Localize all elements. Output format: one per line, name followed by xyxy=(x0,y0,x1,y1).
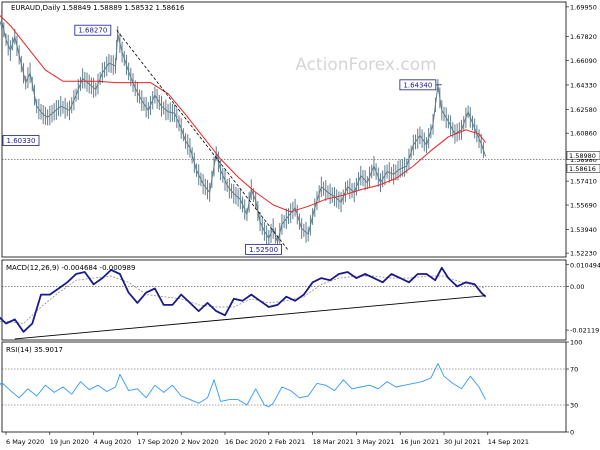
chart-title: EURAUD,Daily xyxy=(11,4,60,12)
x-tick-label: 16 Jun 2021 xyxy=(400,438,439,446)
header-values: 1.58849 1.58889 1.58532 1.58616 xyxy=(62,4,185,12)
price-ytick-label: 1.60860 xyxy=(570,130,597,138)
price-ytick-label: 1.64330 xyxy=(570,81,597,89)
price-annotation-label: 1.52500 xyxy=(249,246,278,254)
rsi-ytick-label: 30 xyxy=(570,402,578,410)
price-tag-label: 1.58980 xyxy=(569,152,596,160)
price-ytick-label: 1.67820 xyxy=(570,33,597,41)
x-tick-label: 4 Aug 2020 xyxy=(94,438,132,446)
grid-lines xyxy=(2,159,566,406)
price-diagonal-trend xyxy=(116,29,288,250)
price-ytick-label: 1.52230 xyxy=(570,250,597,258)
macd-trendline xyxy=(14,295,486,340)
rsi-ytick-label: 70 xyxy=(570,366,578,374)
price-ytick-label: 1.66090 xyxy=(570,57,597,65)
rsi-ytick-label: 0 xyxy=(570,429,574,437)
macd-label: MACD(12,26,9) -0.004684 -0.000989 xyxy=(6,264,135,272)
x-tick-label: 18 Mar 2021 xyxy=(313,438,354,446)
x-tick-label: 2 Feb 2021 xyxy=(269,438,305,446)
price-annotation-label: 1.64340 xyxy=(403,81,432,89)
x-tick-label: 16 Dec 2020 xyxy=(225,438,267,446)
price-ytick-label: 1.69950 xyxy=(570,3,597,11)
forex-chart: ActionForex.com 1.69950 1.67820 1.66090 1.6… xyxy=(0,1,600,446)
price-tag-label: 1.58616 xyxy=(569,165,596,173)
x-tick-label: 6 May 2020 xyxy=(6,438,44,446)
rsi-label: RSI(14) 35.9017 xyxy=(6,346,63,354)
sma-line xyxy=(0,14,486,213)
x-tick-label: 2 Nov 2020 xyxy=(181,438,219,446)
price-ytick-label: 1.57410 xyxy=(570,178,597,186)
x-tick-label: 19 Jun 2020 xyxy=(50,438,89,446)
macd-line xyxy=(0,266,487,333)
x-tick-label: 3 May 2021 xyxy=(356,438,394,446)
x-tick-label: 14 Sep 2021 xyxy=(488,438,529,446)
macd-ytick-label: 0.00 xyxy=(570,283,584,291)
rsi-ytick-label: 100 xyxy=(570,339,582,347)
price-annotation-label: 1.60330 xyxy=(7,137,36,145)
macd-ytick-label: -0.02119 xyxy=(570,327,599,335)
price-ytick-label: 1.53940 xyxy=(570,226,597,234)
x-tick-label: 17 Sep 2020 xyxy=(137,438,178,446)
watermark: ActionForex.com xyxy=(295,55,436,75)
price-ytick-label: 1.55690 xyxy=(570,202,597,210)
price-annotation-label: 1.68270 xyxy=(78,27,107,35)
macd-ytick-label: 0.010494 xyxy=(570,261,600,269)
rsi-line xyxy=(0,363,486,408)
price-ytick-label: 1.62580 xyxy=(570,106,597,114)
x-tick-label: 30 Jul 2021 xyxy=(444,438,481,446)
